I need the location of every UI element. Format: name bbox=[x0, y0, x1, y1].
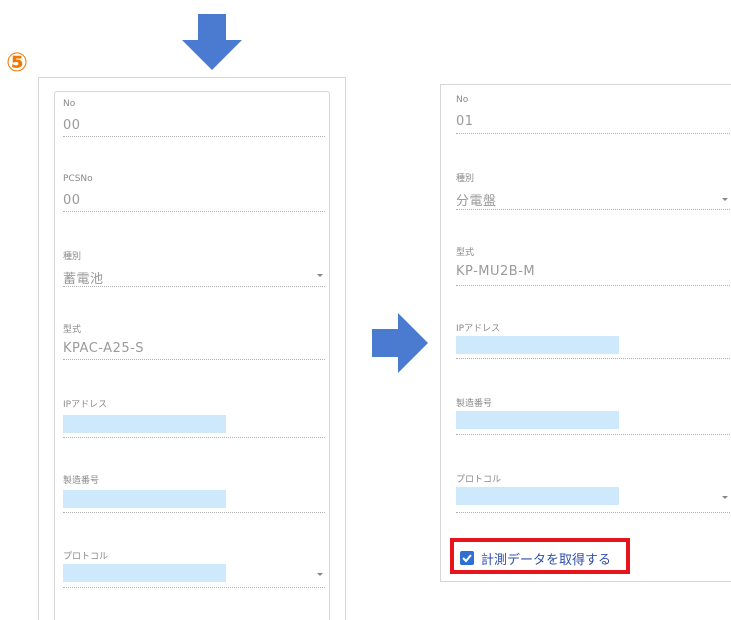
pcsno-value: 00 bbox=[63, 193, 81, 208]
ip-label: IPアドレス bbox=[63, 400, 108, 410]
type-select[interactable]: 種別 蓄電池 bbox=[63, 249, 325, 287]
protocol-label: プロトコル bbox=[63, 552, 109, 562]
right-arrow-icon bbox=[372, 313, 428, 373]
type-value: 蓄電池 bbox=[63, 272, 104, 287]
serial-number-field[interactable]: 製造番号 bbox=[456, 396, 731, 436]
left-device-form: No 00 PCSNo 00 種別 蓄電池 型式 KPAC-A25-S IPアド… bbox=[54, 91, 330, 620]
type-underline bbox=[63, 286, 325, 287]
checkmark-icon bbox=[462, 554, 472, 563]
protocol-select[interactable]: プロトコル bbox=[63, 549, 325, 589]
model-underline bbox=[456, 285, 731, 286]
chevron-down-icon bbox=[317, 573, 323, 576]
serial-input[interactable] bbox=[456, 411, 619, 429]
no-field[interactable]: No 01 bbox=[456, 95, 731, 134]
pcsno-underline bbox=[63, 211, 325, 212]
protocol-underline bbox=[63, 587, 325, 588]
right-device-form: No 01 種別 分電盤 型式 KP-MU2B-M IPアドレス 製造番号 プロ… bbox=[440, 84, 731, 582]
down-arrow-icon bbox=[182, 14, 242, 70]
serial-number-field[interactable]: 製造番号 bbox=[63, 473, 325, 513]
serial-input[interactable] bbox=[63, 490, 226, 508]
protocol-label: プロトコル bbox=[456, 475, 502, 485]
chevron-down-icon bbox=[317, 274, 323, 277]
protocol-input[interactable] bbox=[63, 564, 226, 582]
no-underline bbox=[456, 133, 731, 134]
no-underline bbox=[63, 136, 325, 137]
measure-data-checkbox[interactable] bbox=[460, 551, 474, 565]
chevron-down-icon bbox=[722, 496, 728, 499]
ip-underline bbox=[456, 358, 731, 359]
ip-underline bbox=[63, 437, 325, 438]
serial-label: 製造番号 bbox=[456, 399, 493, 409]
model-field[interactable]: 型式 KP-MU2B-M bbox=[456, 245, 731, 286]
type-select[interactable]: 種別 分電盤 bbox=[456, 171, 731, 210]
model-value: KP-MU2B-M bbox=[456, 264, 536, 279]
ip-input[interactable] bbox=[63, 415, 226, 433]
ip-label: IPアドレス bbox=[456, 324, 501, 334]
serial-underline bbox=[456, 434, 731, 435]
model-label: 型式 bbox=[63, 325, 82, 335]
no-label: No bbox=[456, 95, 469, 105]
no-field[interactable]: No 00 bbox=[63, 99, 325, 137]
measure-data-checkbox-label[interactable]: 計測データを取得する bbox=[481, 549, 611, 568]
ip-address-field[interactable]: IPアドレス bbox=[63, 397, 325, 438]
model-field[interactable]: 型式 KPAC-A25-S bbox=[63, 322, 325, 360]
type-label: 種別 bbox=[456, 174, 475, 184]
step-marker-5: ⑤ bbox=[6, 48, 29, 78]
measure-data-checkbox-highlight: 計測データを取得する bbox=[450, 538, 630, 574]
serial-underline bbox=[63, 512, 325, 513]
protocol-input[interactable] bbox=[456, 487, 619, 505]
type-label: 種別 bbox=[63, 252, 82, 262]
no-value: 00 bbox=[63, 118, 81, 133]
pcsno-label: PCSNo bbox=[63, 174, 93, 184]
protocol-underline bbox=[456, 512, 731, 513]
ip-address-field[interactable]: IPアドレス bbox=[456, 321, 731, 361]
no-label: No bbox=[63, 99, 76, 109]
pcsno-field[interactable]: PCSNo 00 bbox=[63, 174, 325, 212]
ip-input[interactable] bbox=[456, 336, 619, 354]
model-value: KPAC-A25-S bbox=[63, 341, 145, 356]
serial-label: 製造番号 bbox=[63, 476, 100, 486]
type-value: 分電盤 bbox=[456, 194, 497, 209]
type-underline bbox=[456, 209, 731, 210]
no-value: 01 bbox=[456, 114, 474, 129]
model-underline bbox=[63, 359, 325, 360]
model-label: 型式 bbox=[456, 248, 475, 258]
protocol-select[interactable]: プロトコル bbox=[456, 472, 731, 513]
chevron-down-icon bbox=[722, 198, 728, 201]
